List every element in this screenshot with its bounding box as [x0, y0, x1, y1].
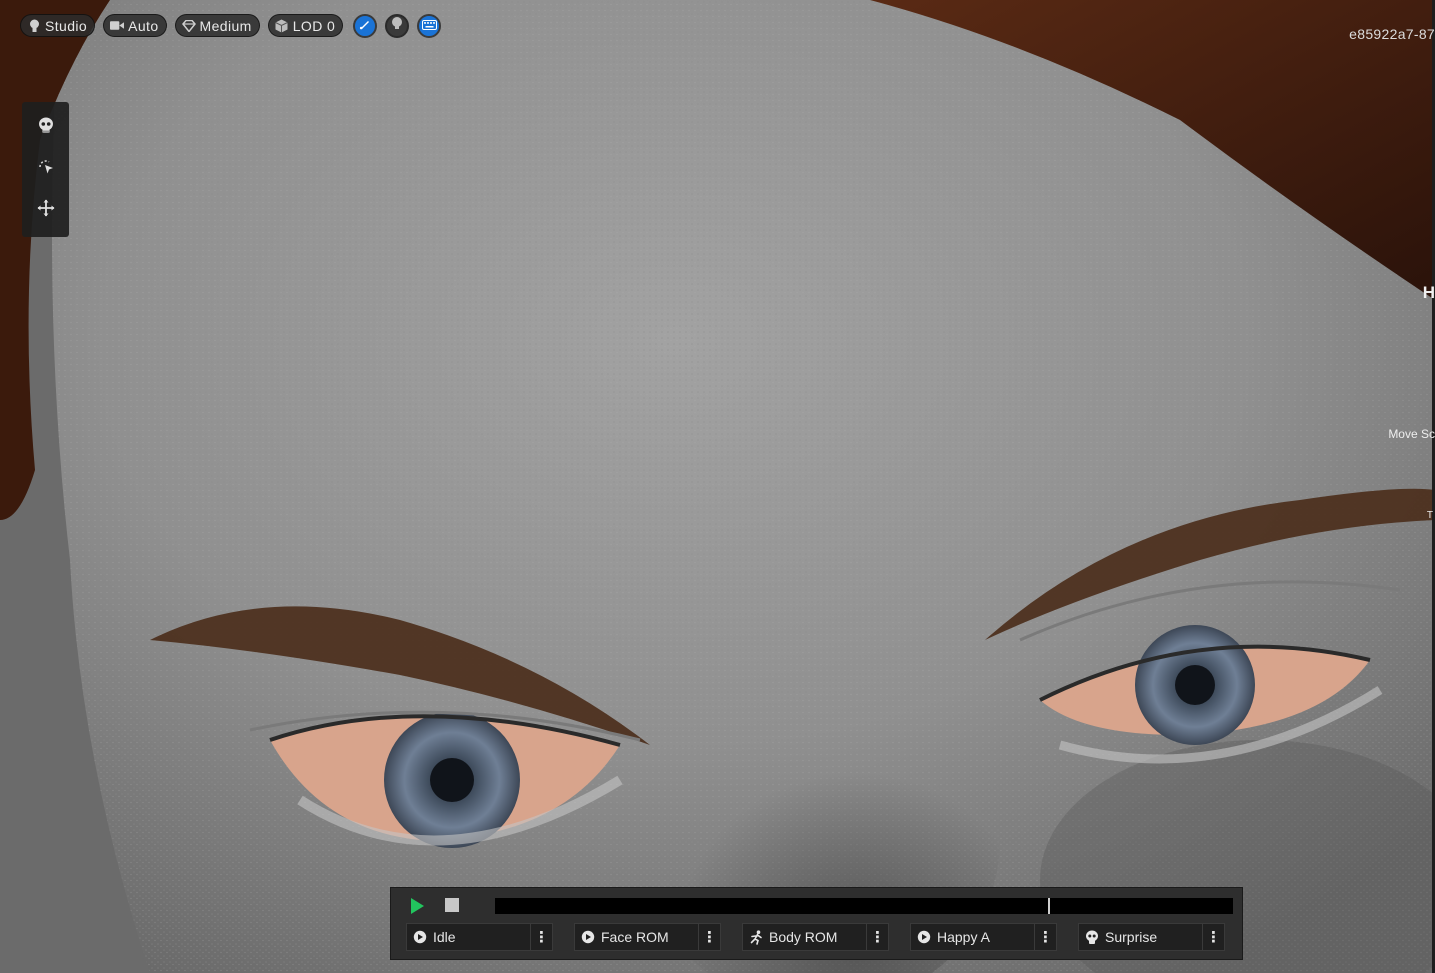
animation-panel: Idle ⋮ Face ROM ⋮ Body ROM ⋮ Happy A ⋮ S… [390, 887, 1243, 960]
clip-label: Surprise [1105, 929, 1158, 945]
clip-menu-button[interactable]: ⋮ [530, 924, 552, 950]
clip-menu-button[interactable]: ⋮ [1034, 924, 1056, 950]
pen-icon [359, 17, 371, 35]
quality-button[interactable]: Medium [174, 14, 260, 37]
lighting-preset-label: Studio [45, 17, 88, 34]
lightbulb-icon [27, 19, 41, 33]
clip-surprise[interactable]: Surprise ⋮ [1078, 923, 1225, 951]
clip-face-rom[interactable]: Face ROM ⋮ [574, 923, 721, 951]
clip-label: Happy A [937, 929, 990, 945]
animation-clip-list: Idle ⋮ Face ROM ⋮ Body ROM ⋮ Happy A ⋮ S… [406, 923, 1225, 951]
clip-label: Body ROM [769, 929, 838, 945]
camera-mode-button[interactable]: Auto [103, 14, 167, 37]
session-id: e85922a7-87 [1349, 26, 1435, 42]
move-tool-button[interactable] [31, 196, 61, 226]
skull-clip-icon [1079, 930, 1105, 945]
viewport-toolbar: Studio Auto Medium LOD 0 [20, 13, 442, 38]
head-view-button[interactable] [385, 13, 410, 38]
pen-tool-button[interactable] [353, 13, 378, 38]
keyboard-shortcuts-button[interactable] [417, 13, 442, 38]
3d-viewport[interactable] [0, 0, 1435, 973]
clip-happy-a[interactable]: Happy A ⋮ [910, 923, 1057, 951]
rotate-select-button[interactable] [31, 155, 61, 185]
face-clip-icon [407, 930, 433, 944]
cube-icon [275, 19, 289, 33]
face-render [0, 0, 1435, 973]
rotate-select-icon [37, 158, 55, 181]
play-icon [411, 898, 424, 914]
video-camera-icon [110, 19, 125, 33]
edge-panel-mark: T [1426, 510, 1433, 521]
clip-label: Face ROM [601, 929, 669, 945]
clip-menu-button[interactable]: ⋮ [1202, 924, 1224, 950]
animation-timeline[interactable] [495, 898, 1233, 914]
lod-button[interactable]: LOD 0 [267, 14, 344, 37]
side-tool-panel [22, 102, 69, 237]
clip-menu-button[interactable]: ⋮ [698, 924, 720, 950]
skull-icon [38, 117, 54, 140]
timeline-playhead[interactable] [1048, 898, 1050, 914]
edge-panel-hint: Move Sc [1388, 427, 1435, 441]
running-figure-icon [743, 929, 769, 945]
face-clip-icon [911, 930, 937, 944]
lod-label: LOD 0 [292, 17, 336, 34]
stop-button[interactable] [445, 898, 459, 912]
keyboard-icon [421, 17, 437, 35]
clip-label: Idle [433, 929, 456, 945]
play-button[interactable] [409, 896, 427, 916]
head-icon [390, 16, 404, 35]
clip-menu-button[interactable]: ⋮ [866, 924, 888, 950]
lighting-preset-button[interactable]: Studio [20, 14, 96, 37]
face-clip-icon [575, 930, 601, 944]
clip-body-rom[interactable]: Body ROM ⋮ [742, 923, 889, 951]
camera-mode-label: Auto [128, 17, 159, 34]
edge-panel-heading: H [1422, 283, 1435, 302]
move-arrows-icon [37, 199, 55, 222]
diamond-icon [181, 19, 196, 33]
skeleton-view-button[interactable] [31, 114, 61, 144]
clip-idle[interactable]: Idle ⋮ [406, 923, 553, 951]
quality-label: Medium [199, 17, 252, 34]
